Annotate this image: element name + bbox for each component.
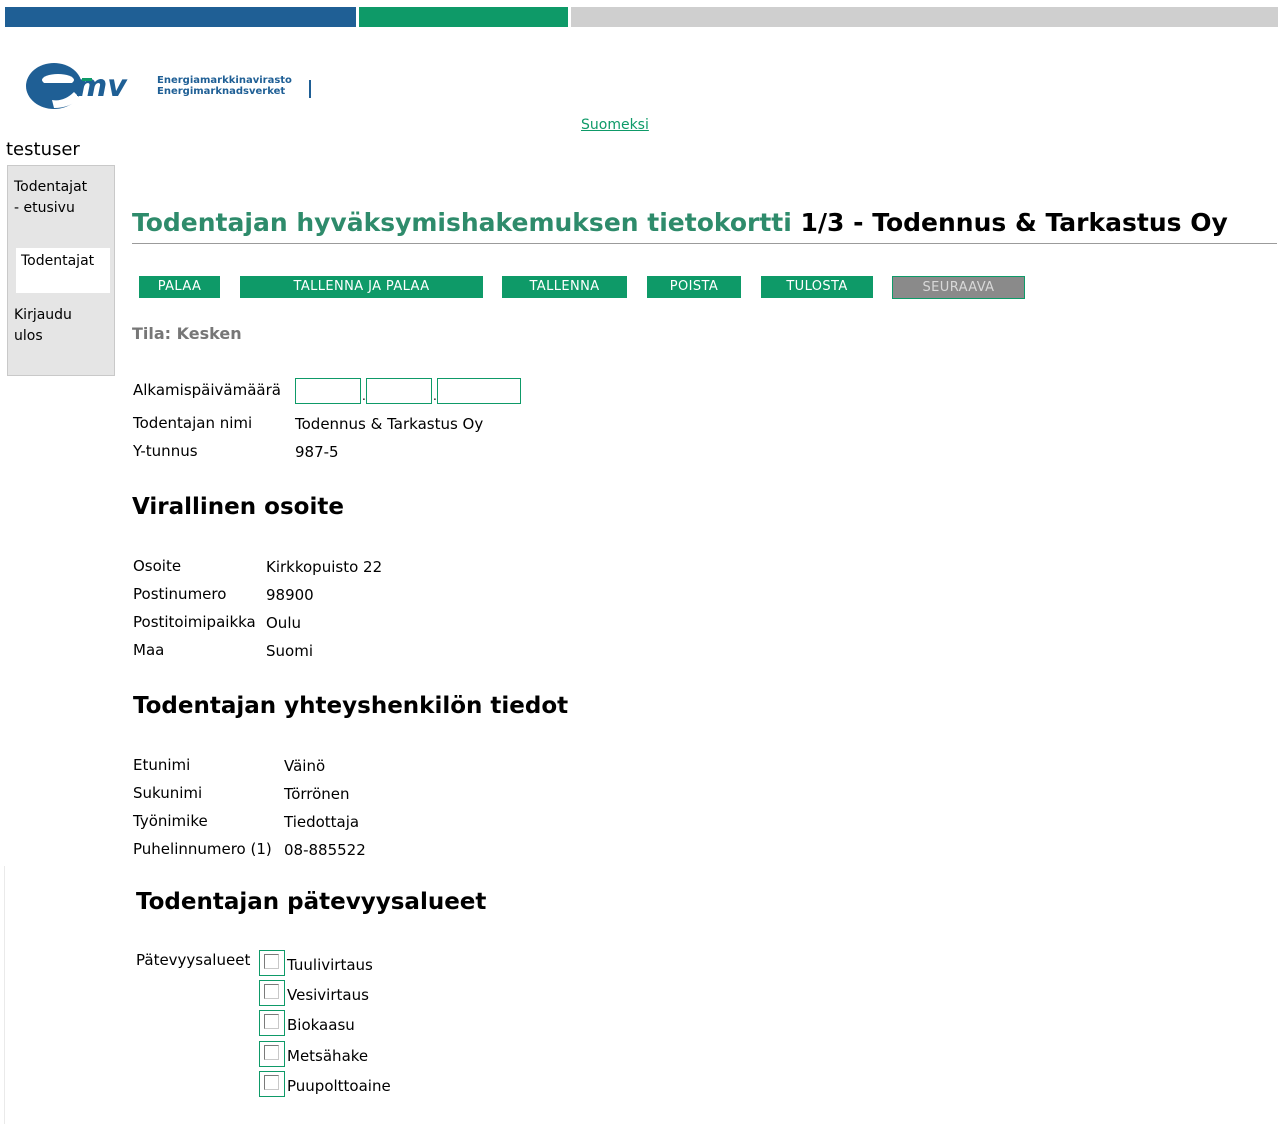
next-button[interactable]: SEURAAVA <box>892 276 1025 299</box>
sidebar: Todentajat - etusivu Todentajat Kirjaudu… <box>7 165 115 376</box>
page-title-black: 1/3 - Todennus & Tarkastus Oy <box>800 208 1228 237</box>
top-bar-green <box>359 7 568 27</box>
start-date-label: Alkamispäivämäärä <box>133 381 281 399</box>
save-and-back-button[interactable]: TALLENNA JA PALAA <box>240 276 483 298</box>
logo-text: Energiamarkkinavirasto Energimarknadsver… <box>157 75 292 97</box>
page-title: Todentajan hyväksymishakemuksen tietokor… <box>132 208 1228 237</box>
checkbox-puupolttoaine[interactable] <box>259 1071 285 1097</box>
address-heading: Virallinen osoite <box>132 494 344 520</box>
country-value: Suomi <box>266 642 313 660</box>
checkbox-label: Biokaasu <box>287 1016 355 1034</box>
save-button[interactable]: TALLENNA <box>502 276 627 298</box>
svg-text:mv: mv <box>76 69 128 104</box>
print-button[interactable]: TULOSTA <box>761 276 873 298</box>
sidebar-item-verifiers-home[interactable]: Todentajat - etusivu <box>14 177 87 219</box>
status-text: Tila: Kesken <box>132 324 242 343</box>
address-label: Osoite <box>133 557 182 575</box>
top-color-bar <box>5 7 1278 27</box>
top-bar-blue <box>5 7 356 27</box>
start-date-year-input[interactable] <box>437 378 521 404</box>
username: testuser <box>6 139 80 160</box>
sidebar-item-label: ulos <box>14 328 43 344</box>
checkbox-vesivirtaus[interactable] <box>259 980 285 1006</box>
city-label: Postitoimipaikka <box>133 613 256 631</box>
competence-heading: Todentajan pätevyysalueet <box>136 889 487 915</box>
start-date-day-input[interactable] <box>295 378 361 404</box>
verifier-name-label: Todentajan nimi <box>133 414 253 432</box>
top-bar-gray <box>571 7 1278 27</box>
delete-button[interactable]: POISTA <box>647 276 741 298</box>
sidebar-item-label: - etusivu <box>14 200 75 216</box>
last-name-value: Törrönen <box>284 785 350 803</box>
phone-label: Puhelinnumero (1) <box>133 840 272 858</box>
start-date-month-input[interactable] <box>366 378 432 404</box>
job-title-label: Työnimike <box>133 812 208 830</box>
logo-line-1: Energiamarkkinavirasto <box>157 75 292 86</box>
address-value: Kirkkopuisto 22 <box>266 558 383 576</box>
logo-line-2: Energimarknadsverket <box>157 86 286 97</box>
business-id-label: Y-tunnus <box>133 442 198 460</box>
contact-heading: Todentajan yhteyshenkilön tiedot <box>133 693 569 719</box>
sidebar-item-logout[interactable]: Kirjaudu ulos <box>14 305 72 347</box>
postal-code-value: 98900 <box>266 586 314 604</box>
emv-logo: mv Energiamarkkinavirasto Energimarknads… <box>24 58 324 114</box>
checkbox-biokaasu[interactable] <box>259 1010 285 1036</box>
language-link[interactable]: Suomeksi <box>581 117 649 133</box>
sidebar-item-verifiers[interactable]: Todentajat <box>16 248 110 293</box>
first-name-label: Etunimi <box>133 756 191 774</box>
city-value: Oulu <box>266 614 301 632</box>
sidebar-item-label: Kirjaudu <box>14 307 72 323</box>
checkbox-label: Metsähake <box>287 1047 369 1065</box>
emv-logo-mark: mv <box>26 63 128 109</box>
checkbox-tuulivirtaus[interactable] <box>259 950 285 976</box>
competence-label: Pätevyysalueet <box>136 951 251 969</box>
verifier-name-value: Todennus & Tarkastus Oy <box>295 415 484 433</box>
checkbox-label: Tuulivirtaus <box>287 956 373 974</box>
phone-value: 08-885522 <box>284 841 366 859</box>
checkbox-metsahake[interactable] <box>259 1041 285 1067</box>
postal-code-label: Postinumero <box>133 585 227 603</box>
logo-divider <box>309 80 311 98</box>
page-title-green: Todentajan hyväksymishakemuksen tietokor… <box>132 208 792 237</box>
job-title-value: Tiedottaja <box>284 813 360 831</box>
business-id-value: 987-5 <box>295 443 339 461</box>
last-name-label: Sukunimi <box>133 784 203 802</box>
first-name-value: Väinö <box>284 757 326 775</box>
checkbox-label: Puupolttoaine <box>287 1077 391 1095</box>
sidebar-item-label: Todentajat <box>21 253 95 269</box>
title-divider <box>132 243 1277 244</box>
checkbox-label: Vesivirtaus <box>287 986 369 1004</box>
page-divider-line <box>4 866 5 1124</box>
sidebar-item-label: Todentajat <box>14 179 88 195</box>
back-button[interactable]: PALAA <box>139 276 220 298</box>
country-label: Maa <box>133 641 165 659</box>
